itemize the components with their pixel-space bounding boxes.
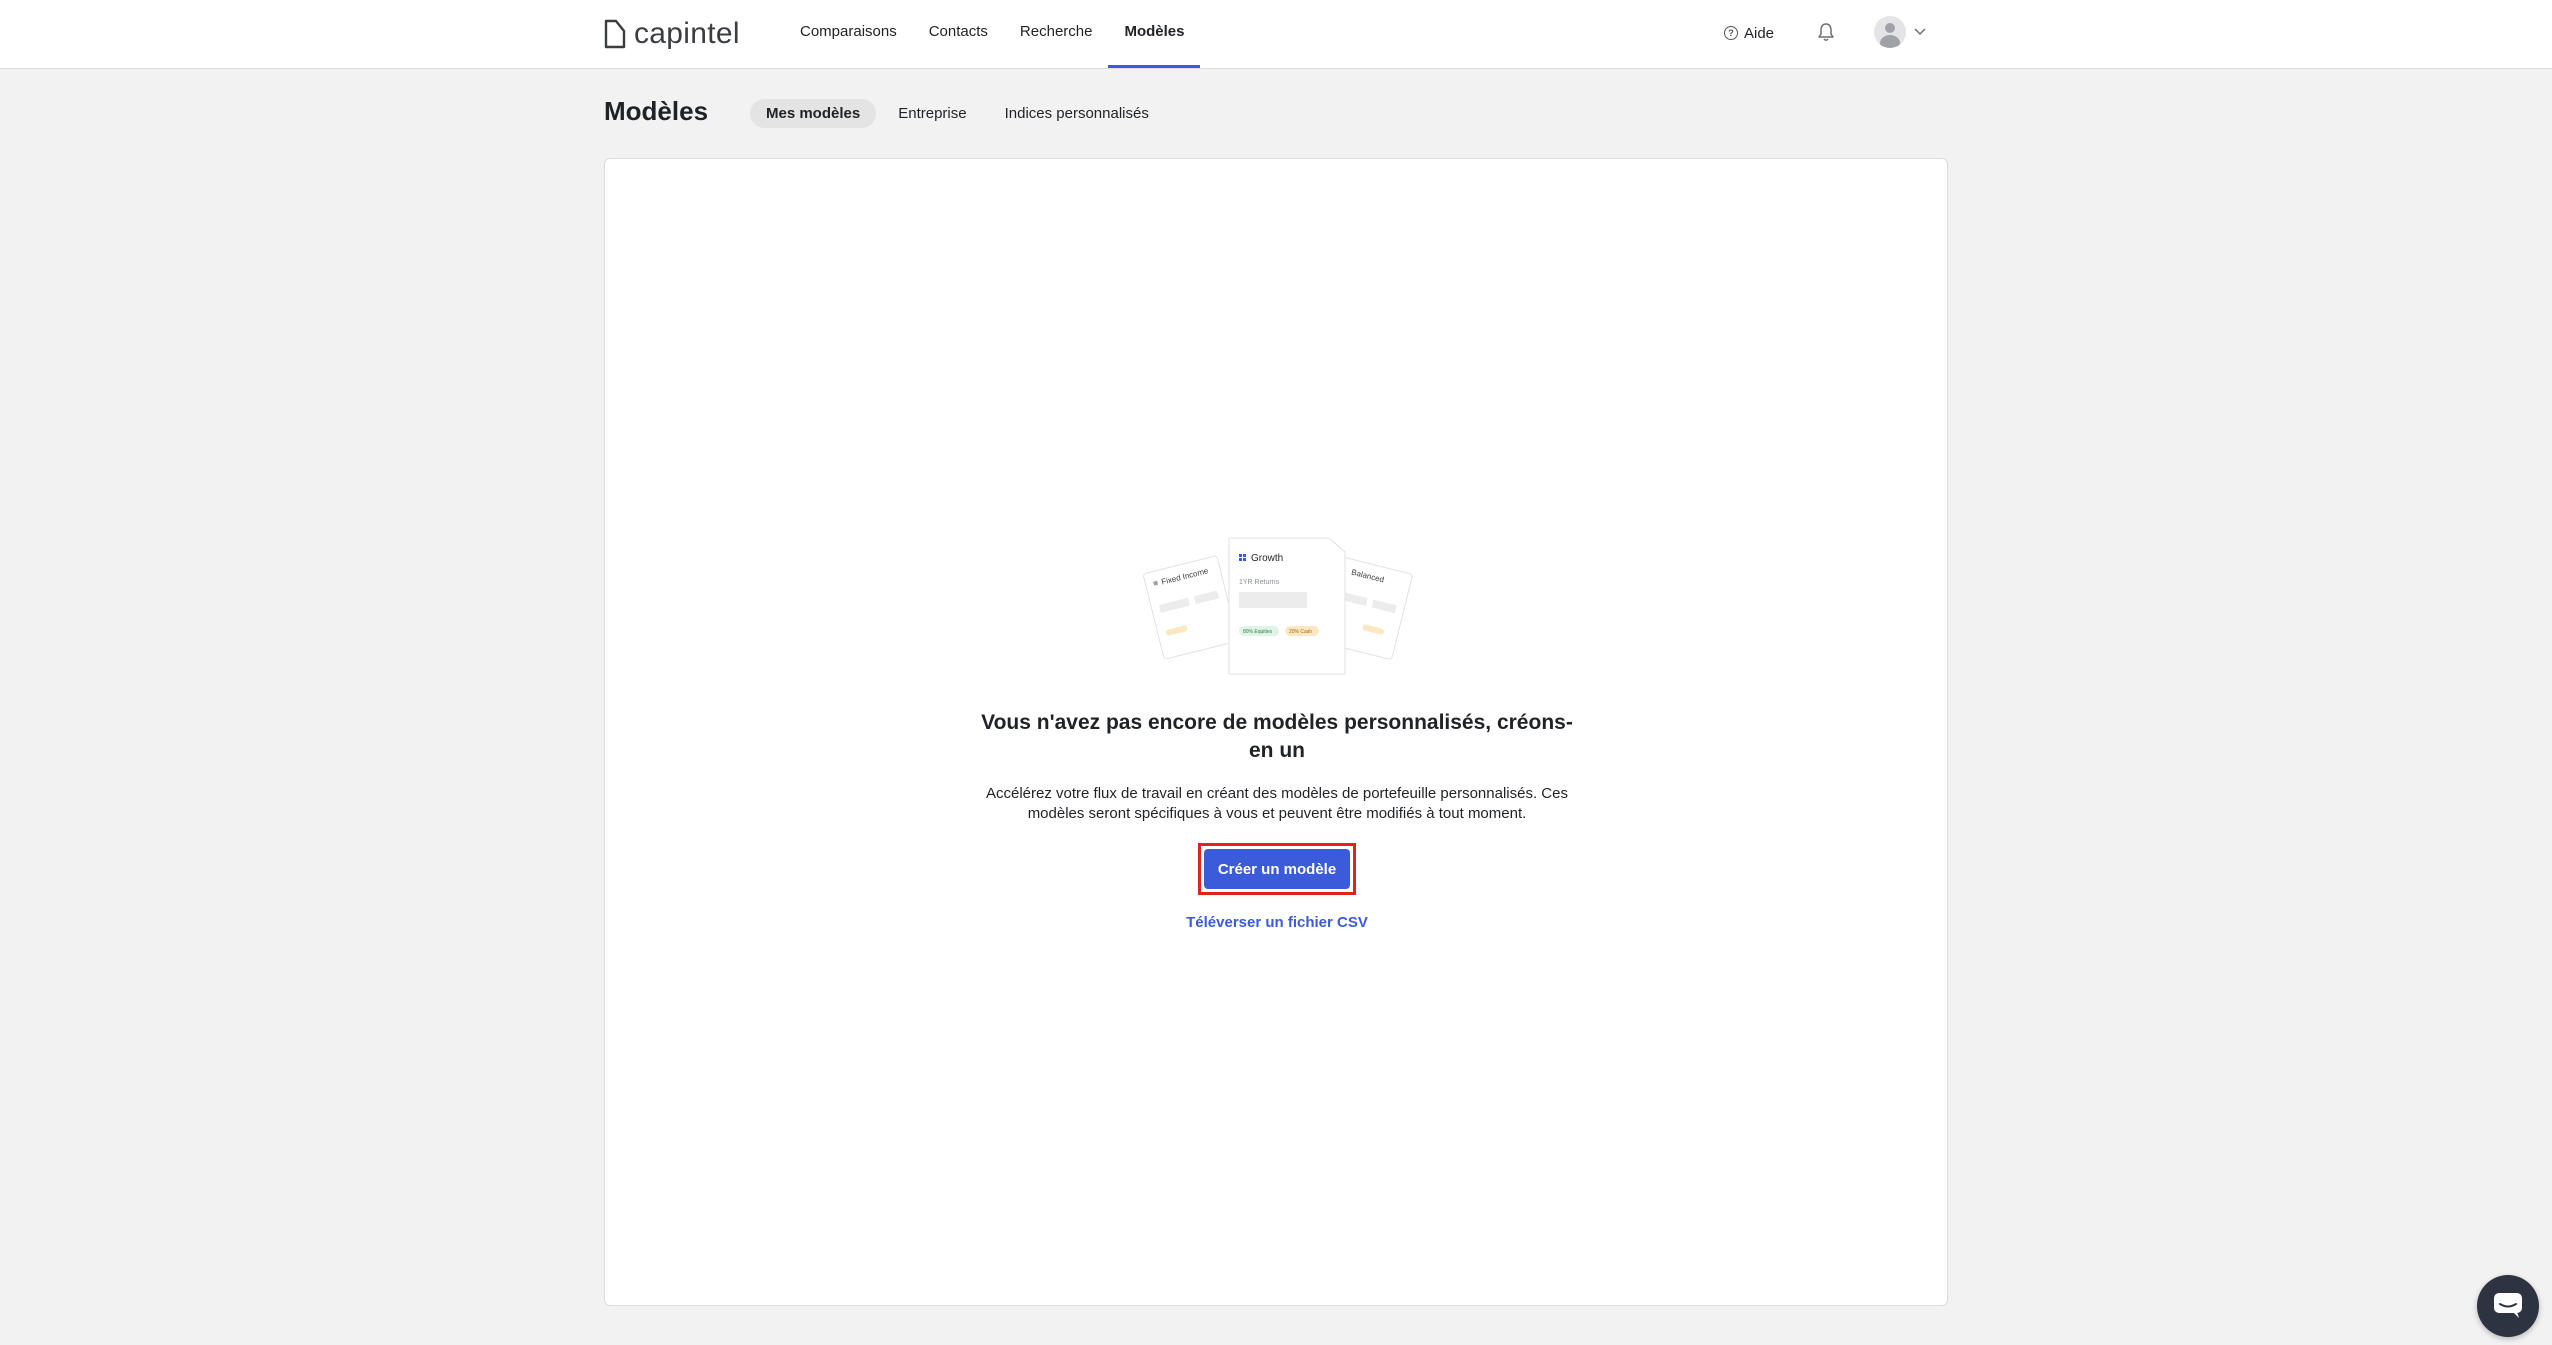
illus-center-subtitle: 1YR Returns	[1239, 579, 1280, 586]
help-label: Aide	[1744, 24, 1775, 42]
tab-mes-modeles[interactable]: Mes modèles	[750, 99, 877, 128]
models-card: Fixed Income Balanced Growth 1YR Returns…	[604, 158, 1948, 1306]
bell-icon[interactable]	[1817, 22, 1835, 42]
upload-csv-link[interactable]: Téléverser un fichier CSV	[1127, 914, 1427, 931]
tab-indices-personnalises[interactable]: Indices personnalisés	[989, 99, 1165, 128]
empty-state-description: Accélérez votre flux de travail en créan…	[986, 785, 1568, 822]
empty-state-illustration: Fixed Income Balanced Growth 1YR Returns…	[1143, 537, 1413, 675]
nav-item-contacts[interactable]: Contacts	[913, 0, 1004, 68]
top-navbar: capintel Comparaisons Contacts Recherche…	[0, 0, 2552, 69]
brand-name: capintel	[634, 17, 740, 50]
help-link[interactable]: ? Aide	[1724, 22, 1774, 44]
nav-item-modeles[interactable]: Modèles	[1108, 0, 1201, 68]
illus-tag-equities: 80% Equities	[1243, 629, 1273, 635]
chat-icon	[2494, 1293, 2522, 1318]
account-menu[interactable]	[1874, 16, 1926, 48]
avatar	[1874, 16, 1906, 48]
brand-logo[interactable]: capintel	[604, 14, 740, 54]
tab-entreprise[interactable]: Entreprise	[882, 99, 982, 128]
nav-item-comparaisons[interactable]: Comparaisons	[784, 0, 913, 68]
logo-icon	[604, 19, 626, 49]
create-model-button[interactable]: Créer un modèle	[1204, 849, 1350, 889]
main-nav: Comparaisons Contacts Recherche Modèles	[784, 0, 1201, 68]
page-title: Modèles	[604, 96, 709, 126]
chevron-down-icon	[1914, 28, 1926, 36]
nav-item-recherche[interactable]: Recherche	[1004, 0, 1109, 68]
chat-button[interactable]	[2477, 1275, 2539, 1337]
illus-center-title: Growth	[1251, 553, 1283, 564]
illus-tag-cash: 20% Cash	[1289, 629, 1312, 635]
empty-state-title: Vous n'avez pas encore de modèles person…	[981, 711, 1573, 762]
models-tabs: Mes modèles Entreprise Indices personnal…	[750, 99, 1165, 128]
help-icon: ?	[1724, 26, 1738, 40]
